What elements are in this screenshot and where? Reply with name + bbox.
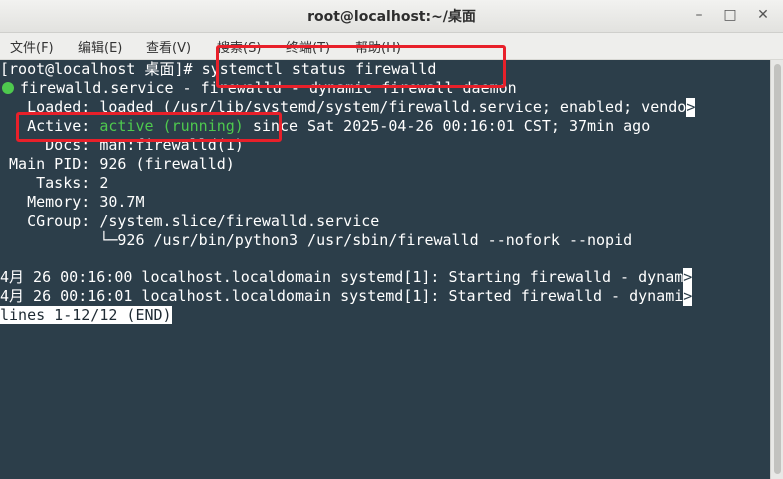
status-dot-icon xyxy=(2,82,14,94)
menu-view[interactable]: 查看(V) xyxy=(146,37,191,56)
close-button[interactable]: ✕ xyxy=(751,4,775,26)
terminal-window: root@localhost:~/桌面 – □ ✕ 文件(F) 编辑(E) 查看… xyxy=(0,0,783,479)
log-text: 4月 26 00:16:01 localhost.localdomain sys… xyxy=(0,287,684,305)
tasks-line: Tasks: 2 xyxy=(0,174,109,192)
minimize-button[interactable]: – xyxy=(687,4,711,26)
vertical-scrollbar[interactable] xyxy=(770,60,783,479)
cgroup-line: CGroup: /system.slice/firewalld.service xyxy=(0,212,380,230)
menu-file[interactable]: 文件(F) xyxy=(10,37,54,56)
truncation-marker: > xyxy=(686,98,696,117)
window-title: root@localhost:~/桌面 xyxy=(307,9,476,25)
highlight-command-box xyxy=(216,45,506,88)
title-bar[interactable]: root@localhost:~/桌面 – □ ✕ xyxy=(0,0,783,33)
pager-status-line: lines 1-12/12 (END) xyxy=(0,306,172,325)
log-line: 4月 26 00:16:01 localhost.localdomain sys… xyxy=(0,287,692,306)
cgroup-child-line: └─926 /usr/bin/python3 /usr/sbin/firewal… xyxy=(0,231,633,249)
pager-status: lines 1-12/12 (END) xyxy=(0,306,172,324)
shell-prompt: [root@localhost 桌面]# xyxy=(0,60,193,78)
highlight-active-box xyxy=(16,112,282,142)
memory-line: Memory: 30.7M xyxy=(0,193,145,211)
log-line: 4月 26 00:16:00 localhost.localdomain sys… xyxy=(0,268,692,287)
menu-edit[interactable]: 编辑(E) xyxy=(78,37,122,56)
truncation-marker: > xyxy=(683,287,693,306)
truncation-marker: > xyxy=(683,268,693,287)
log-text: 4月 26 00:16:00 localhost.localdomain sys… xyxy=(0,268,684,286)
pid-line: Main PID: 926 (firewalld) xyxy=(0,155,235,173)
active-since: since Sat 2025-04-26 00:16:01 CST; 37min… xyxy=(243,117,651,135)
scrollbar-thumb[interactable] xyxy=(774,64,781,474)
maximize-button[interactable]: □ xyxy=(718,4,742,26)
